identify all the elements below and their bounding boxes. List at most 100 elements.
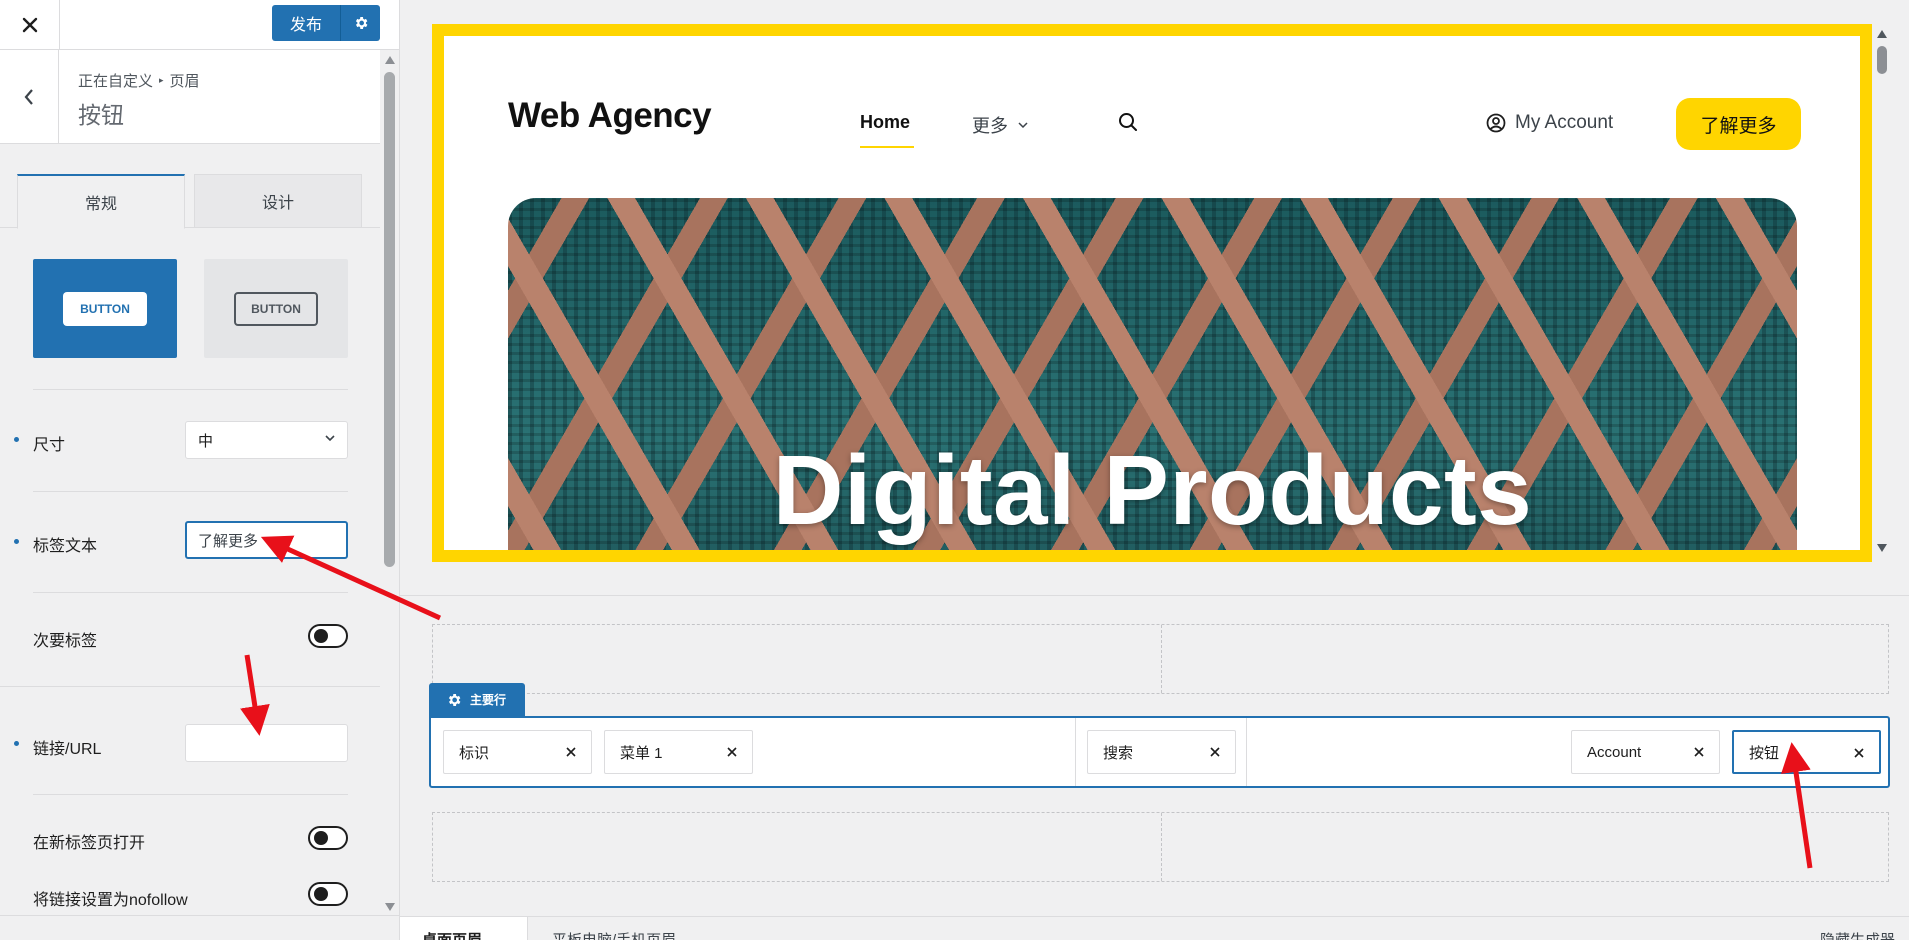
publish-button[interactable]: 发布 xyxy=(271,5,340,41)
hero-image: Digital Products xyxy=(508,198,1797,550)
remove-item-icon[interactable] xyxy=(724,744,740,760)
bottom-row-dropzone[interactable] xyxy=(432,812,1889,882)
preview-scrollbar[interactable] xyxy=(1872,24,1892,562)
breadcrumb-parent: 页眉 xyxy=(169,73,200,90)
divider xyxy=(33,592,348,593)
customizer-sidebar: 发布 正在自定义 ▸ 页眉 按钮 常规 设计 BUTTON BUTTON 尺寸 xyxy=(0,0,400,940)
chevron-down-icon xyxy=(325,435,335,442)
tab-design[interactable]: 设计 xyxy=(194,174,362,228)
nofollow-label: 将链接设置为nofollow xyxy=(33,892,188,909)
nav-active-underline xyxy=(860,146,914,148)
builder-bottom-bar: 桌面页眉 平板电脑/手机页眉 隐藏生成器 xyxy=(400,916,1909,940)
close-icon xyxy=(22,17,37,33)
nav-item-home[interactable]: Home xyxy=(860,112,910,133)
settings-tabs: 常规 设计 xyxy=(0,174,380,229)
chevron-left-icon xyxy=(24,89,33,105)
toggle-knob xyxy=(314,831,328,845)
close-customizer-button[interactable] xyxy=(0,0,60,50)
search-button[interactable] xyxy=(1118,112,1138,137)
back-button[interactable] xyxy=(0,50,59,144)
scroll-thumb[interactable] xyxy=(1877,46,1887,74)
account-label: My Account xyxy=(1515,112,1614,133)
header-cta-button[interactable]: 了解更多 xyxy=(1676,98,1801,150)
divider xyxy=(33,794,348,795)
search-icon xyxy=(1119,113,1137,131)
builder-item-logo[interactable]: 标识 xyxy=(443,730,592,774)
nav-item-more[interactable]: 更多 xyxy=(972,112,1028,138)
scroll-down-icon[interactable] xyxy=(1877,544,1887,552)
section-divider xyxy=(0,686,380,687)
scroll-up-icon[interactable] xyxy=(385,56,395,64)
top-row-dropzone[interactable] xyxy=(432,624,1889,694)
column-divider xyxy=(1161,813,1162,881)
responsive-dot xyxy=(14,741,19,746)
section-header: 正在自定义 ▸ 页眉 按钮 xyxy=(0,50,380,144)
secondary-label-label: 次要标签 xyxy=(33,633,98,650)
gear-icon xyxy=(355,17,367,29)
builder-item-label: Account xyxy=(1587,743,1642,761)
remove-item-icon[interactable] xyxy=(563,744,579,760)
divider xyxy=(33,491,348,492)
builder-item-label: 标识 xyxy=(459,744,490,762)
nav-more-label: 更多 xyxy=(972,116,1008,136)
remove-item-icon[interactable] xyxy=(1207,744,1223,760)
secondary-label-toggle[interactable] xyxy=(308,624,348,648)
builder-separator xyxy=(400,595,1909,596)
builder-item-button[interactable]: 按钮 xyxy=(1732,730,1881,774)
main-row: 标识 菜单 1 搜索 Account 按钮 xyxy=(429,716,1890,788)
publish-group: 发布 xyxy=(271,5,380,41)
new-tab-label: 在新标签页打开 xyxy=(33,835,146,852)
size-value: 中 xyxy=(198,432,214,450)
section-title: 按钮 xyxy=(78,102,124,128)
toggle-knob xyxy=(314,629,328,643)
size-select[interactable]: 中 xyxy=(185,421,348,459)
chevron-down-icon xyxy=(1018,121,1028,128)
style-option-filled[interactable]: BUTTON xyxy=(33,259,177,358)
builder-item-label: 搜索 xyxy=(1103,744,1134,762)
tab-desktop-header[interactable]: 桌面页眉 xyxy=(400,917,528,940)
toggle-knob xyxy=(314,887,328,901)
sidebar-scrollbar[interactable] xyxy=(380,50,399,915)
publish-settings-button[interactable] xyxy=(340,5,380,41)
builder-item-label: 菜单 1 xyxy=(620,744,663,762)
column-divider xyxy=(1161,625,1162,693)
breadcrumb-arrow-icon: ▸ xyxy=(159,75,164,85)
main-row-label: 主要行 xyxy=(470,693,507,707)
style-preview-filled: BUTTON xyxy=(63,291,147,326)
hide-builder-button[interactable]: 隐藏生成器 xyxy=(1820,929,1895,940)
style-preview-outline: BUTTON xyxy=(234,291,318,326)
builder-item-menu[interactable]: 菜单 1 xyxy=(604,730,753,774)
remove-item-icon[interactable] xyxy=(1851,745,1867,761)
url-input[interactable] xyxy=(185,724,348,762)
responsive-dot xyxy=(14,539,19,544)
builder-item-search[interactable]: 搜索 xyxy=(1087,730,1236,774)
main-row-settings-tab[interactable]: 主要行 xyxy=(429,683,525,716)
column-divider xyxy=(1075,718,1076,786)
site-preview: Web Agency Home 更多 My Account 了解更多 Digit… xyxy=(432,24,1872,562)
customizer-topbar: 发布 xyxy=(0,0,399,50)
scroll-thumb[interactable] xyxy=(384,72,395,567)
remove-item-icon[interactable] xyxy=(1691,744,1707,760)
site-logo[interactable]: Web Agency xyxy=(508,96,712,136)
gear-icon xyxy=(448,693,461,706)
responsive-dot xyxy=(14,437,19,442)
scroll-down-icon[interactable] xyxy=(385,903,395,911)
account-link[interactable]: My Account xyxy=(1486,112,1613,134)
tab-general[interactable]: 常规 xyxy=(17,174,185,229)
nofollow-toggle[interactable] xyxy=(308,882,348,906)
column-divider xyxy=(1246,718,1247,786)
url-label: 链接/URL xyxy=(33,741,102,758)
tab-mobile-header[interactable]: 平板电脑/手机页眉 xyxy=(530,917,710,940)
label-text-input[interactable] xyxy=(185,521,348,559)
builder-item-label: 按钮 xyxy=(1749,744,1780,762)
sidebar-footer xyxy=(0,915,399,940)
scroll-up-icon[interactable] xyxy=(1877,30,1887,38)
user-circle-icon xyxy=(1486,113,1506,133)
style-option-outline[interactable]: BUTTON xyxy=(204,259,348,358)
label-text-label: 标签文本 xyxy=(33,538,98,555)
builder-item-account[interactable]: Account xyxy=(1571,730,1720,774)
divider xyxy=(33,389,348,390)
size-label: 尺寸 xyxy=(33,437,66,454)
new-tab-toggle[interactable] xyxy=(308,826,348,850)
hero-title: Digital Products xyxy=(772,435,1533,545)
